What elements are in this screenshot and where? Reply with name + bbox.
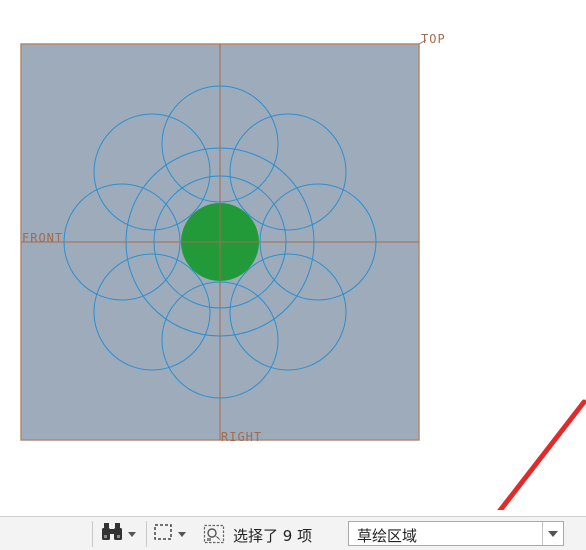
chevron-down-icon[interactable] bbox=[128, 531, 136, 537]
selected-items-icon[interactable] bbox=[203, 524, 225, 548]
datum-label-front: FRONT bbox=[22, 231, 63, 245]
toolbar-separator bbox=[146, 521, 147, 547]
status-bar: 选择了 9 项 草绘区域 bbox=[0, 516, 586, 550]
datum-label-right: RIGHT bbox=[221, 430, 262, 444]
box-select-button[interactable] bbox=[153, 522, 186, 546]
annotation-arrow bbox=[497, 399, 586, 510]
binoculars-icon bbox=[101, 522, 123, 546]
selection-filter-dropdown[interactable]: 草绘区域 bbox=[348, 521, 564, 546]
filter-dropdown-button[interactable] bbox=[542, 522, 563, 545]
chevron-down-icon bbox=[548, 530, 558, 537]
datum-label-top: TOP bbox=[421, 32, 446, 46]
selection-filter-value: 草绘区域 bbox=[357, 527, 418, 545]
sketch-canvas[interactable]: TOP FRONT RIGHT bbox=[0, 0, 586, 510]
chevron-down-icon[interactable] bbox=[178, 531, 186, 537]
sketch-viewport[interactable]: TOP FRONT RIGHT bbox=[0, 0, 586, 510]
toolbar-separator bbox=[92, 521, 93, 547]
selection-status-text: 选择了 9 项 bbox=[233, 527, 313, 545]
find-button[interactable] bbox=[101, 522, 136, 546]
dashed-rectangle-icon bbox=[153, 523, 173, 545]
